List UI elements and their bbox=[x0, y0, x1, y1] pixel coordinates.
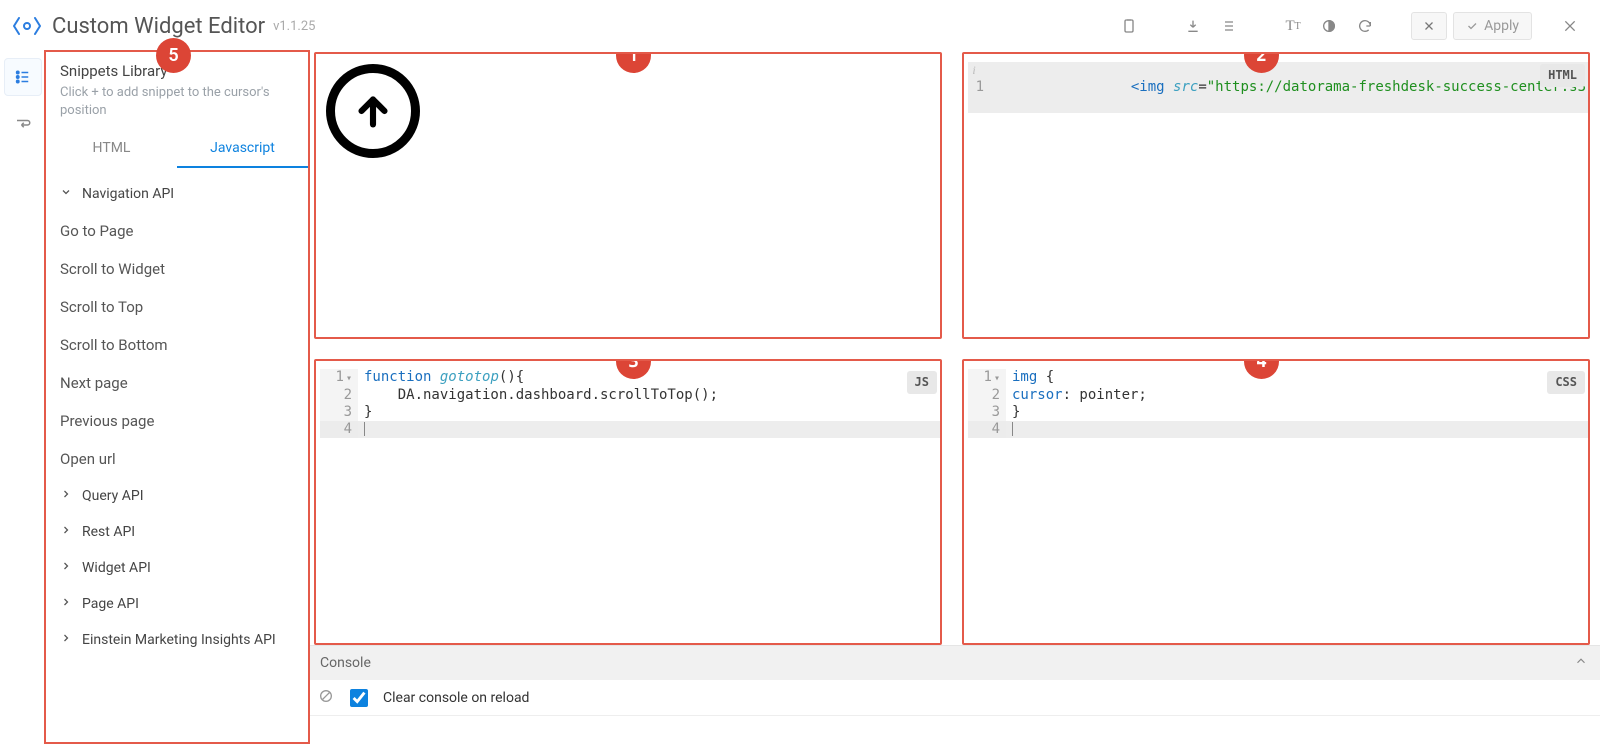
tab-javascript[interactable]: Javascript bbox=[177, 130, 308, 168]
tree-category-label: Rest API bbox=[82, 524, 135, 540]
tree-category-label: Navigation API bbox=[82, 186, 174, 202]
chevron-down-icon bbox=[60, 186, 74, 202]
apply-button[interactable]: Apply bbox=[1453, 12, 1532, 40]
ban-icon[interactable] bbox=[318, 688, 334, 708]
html-editor-pane[interactable]: 2 HTML i1 <img src="https://datorama-fre… bbox=[962, 52, 1590, 339]
callout-5: 5 bbox=[156, 38, 191, 73]
left-rail bbox=[0, 52, 46, 756]
sidebar-hint: Click + to add snippet to the cursor's p… bbox=[46, 84, 308, 130]
css-editor-pane[interactable]: 4 CSS 1▾img { 2cursor: pointer; 3} 4 bbox=[962, 359, 1590, 646]
console-header[interactable]: Console bbox=[308, 646, 1600, 680]
console-title: Console bbox=[320, 655, 371, 671]
chevron-right-icon bbox=[60, 560, 74, 576]
snippets-panel-toggle[interactable] bbox=[4, 58, 42, 96]
css-badge: CSS bbox=[1547, 371, 1585, 394]
tree-category-page-api[interactable]: Page API bbox=[46, 586, 308, 622]
text-size-icon[interactable]: TT bbox=[1275, 12, 1311, 40]
tree-category-widget-api[interactable]: Widget API bbox=[46, 550, 308, 586]
tree-category-rest-api[interactable]: Rest API bbox=[46, 514, 308, 550]
download-icon[interactable] bbox=[1175, 12, 1211, 40]
app-version: v1.1.25 bbox=[273, 19, 315, 34]
snippet-tree: Navigation API Go to Page Scroll to Widg… bbox=[46, 168, 308, 670]
snippets-sidebar: 5 Snippets Library Click + to add snippe… bbox=[46, 52, 308, 756]
sidebar-tabs: HTML Javascript bbox=[46, 130, 308, 168]
tree-category-label: Einstein Marketing Insights API bbox=[82, 632, 276, 648]
snippet-previous-page[interactable]: Previous page bbox=[46, 402, 308, 440]
callout-1: 1 bbox=[616, 52, 651, 73]
js-badge: JS bbox=[907, 371, 937, 394]
tree-category-label: Widget API bbox=[82, 560, 151, 576]
snippet-scroll-to-widget[interactable]: Scroll to Widget bbox=[46, 250, 308, 288]
snippet-scroll-to-top[interactable]: Scroll to Top bbox=[46, 288, 308, 326]
chevron-right-icon bbox=[60, 596, 74, 612]
console-toolbar: Clear console on reload bbox=[308, 680, 1600, 716]
fold-icon[interactable]: ▾ bbox=[994, 373, 1000, 384]
chevron-right-icon bbox=[60, 632, 74, 648]
contrast-icon[interactable] bbox=[1311, 12, 1347, 40]
chevron-right-icon bbox=[60, 488, 74, 504]
tree-category-label: Page API bbox=[82, 596, 139, 612]
clear-on-reload-label: Clear console on reload bbox=[383, 690, 529, 706]
tab-html[interactable]: HTML bbox=[46, 130, 177, 168]
snippet-next-page[interactable]: Next page bbox=[46, 364, 308, 402]
html-badge: HTML bbox=[1540, 64, 1585, 87]
preview-pane: 1 bbox=[314, 52, 942, 339]
editor-grid: 1 2 HTML i1 <img src="https://datorama-f… bbox=[308, 52, 1600, 645]
tree-category-navigation-api[interactable]: Navigation API bbox=[46, 176, 308, 212]
fold-icon[interactable]: ▾ bbox=[346, 373, 352, 384]
list-icon[interactable] bbox=[1211, 12, 1247, 40]
cancel-button[interactable] bbox=[1411, 12, 1447, 40]
snippet-go-to-page[interactable]: Go to Page bbox=[46, 212, 308, 250]
wrap-icon[interactable] bbox=[4, 106, 42, 144]
chevron-up-icon[interactable] bbox=[1574, 654, 1588, 672]
refresh-icon[interactable] bbox=[1347, 12, 1383, 40]
clipboard-icon[interactable] bbox=[1111, 12, 1147, 40]
apply-label: Apply bbox=[1484, 18, 1519, 34]
js-editor-pane[interactable]: 3 JS 1▾function gototop(){ 2 DA.navigati… bbox=[314, 359, 942, 646]
console-panel: Console Clear console on reload bbox=[308, 645, 1600, 756]
snippet-scroll-to-bottom[interactable]: Scroll to Bottom bbox=[46, 326, 308, 364]
app-root: Custom Widget Editor v1.1.25 TT Apply bbox=[0, 0, 1600, 756]
clear-on-reload-checkbox[interactable] bbox=[350, 689, 368, 707]
chevron-right-icon bbox=[60, 524, 74, 540]
tree-category-label: Query API bbox=[82, 488, 144, 504]
close-icon[interactable] bbox=[1552, 12, 1588, 40]
app-title: Custom Widget Editor bbox=[52, 14, 265, 39]
topbar: Custom Widget Editor v1.1.25 TT Apply bbox=[0, 0, 1600, 52]
main-area: 1 2 HTML i1 <img src="https://datorama-f… bbox=[308, 52, 1600, 756]
app-logo-icon bbox=[12, 11, 42, 41]
info-icon: i bbox=[968, 62, 980, 74]
tree-category-query-api[interactable]: Query API bbox=[46, 478, 308, 514]
arrow-up-circle-icon[interactable] bbox=[326, 64, 420, 158]
tree-category-einstein-api[interactable]: Einstein Marketing Insights API bbox=[46, 622, 308, 658]
snippet-open-url[interactable]: Open url bbox=[46, 440, 308, 478]
body: 5 Snippets Library Click + to add snippe… bbox=[0, 52, 1600, 756]
